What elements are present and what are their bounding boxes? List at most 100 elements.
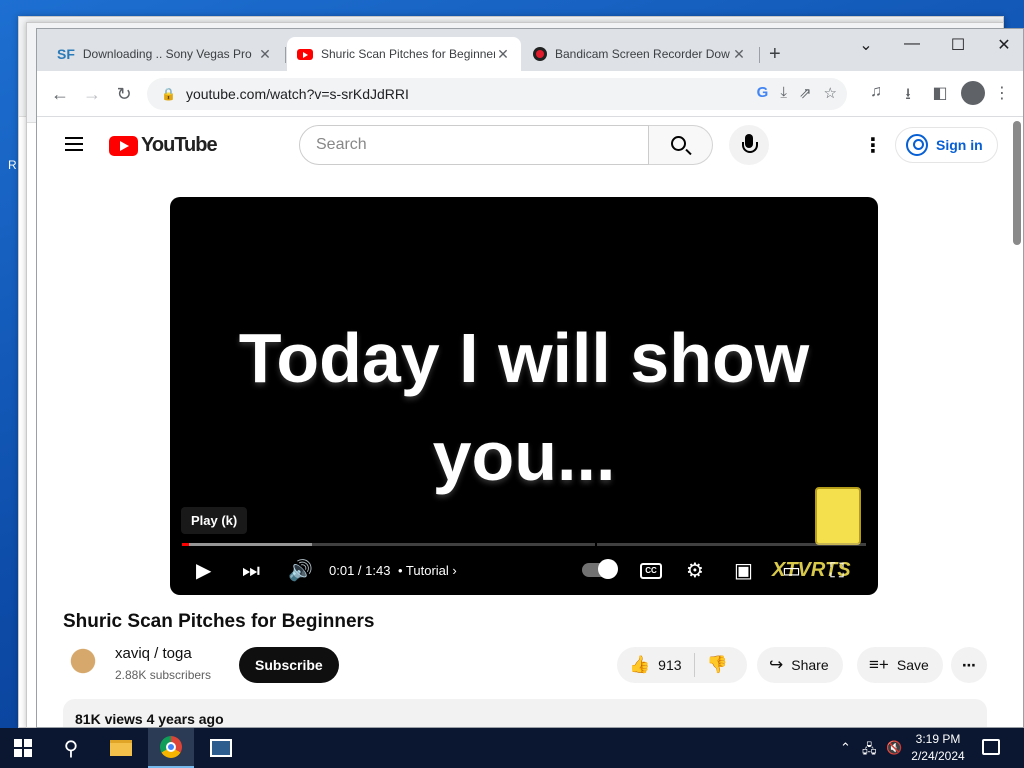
close-tab-icon[interactable]: ✕: [731, 46, 747, 63]
fullscreen-icon[interactable]: ⛶: [830, 559, 844, 583]
show-hidden-icons[interactable]: ⌃: [840, 740, 851, 756]
settings-gear-icon[interactable]: ⚙: [686, 559, 704, 583]
channel-avatar[interactable]: [63, 643, 103, 683]
voice-search-button[interactable]: [729, 125, 769, 165]
close-window-button[interactable]: ✕: [989, 35, 1019, 55]
share-button[interactable]: ↪ Share: [757, 647, 843, 683]
tab-search-icon[interactable]: ⌄: [851, 35, 881, 55]
share-icon: ↪: [769, 655, 784, 674]
sign-in-button[interactable]: Sign in: [895, 127, 998, 163]
desktop-icon-label: R: [8, 158, 17, 172]
tab-separator: [759, 47, 760, 63]
side-panel-icon[interactable]: ◧: [929, 83, 951, 103]
sign-in-label: Sign in: [936, 137, 983, 153]
subscriber-count: 2.88K subscribers: [115, 668, 212, 682]
new-tab-button[interactable]: +: [769, 43, 781, 66]
share-page-icon[interactable]: ⇗: [799, 84, 812, 102]
chapter-button[interactable]: • Tutorial ›: [398, 559, 457, 583]
bookmark-star-icon[interactable]: ☆: [824, 84, 837, 102]
reload-button[interactable]: ↻: [111, 81, 137, 107]
volume-muted-icon[interactable]: 🔇: [886, 740, 902, 756]
lock-icon[interactable]: 🔒: [161, 87, 176, 101]
close-tab-icon[interactable]: ✕: [495, 46, 511, 63]
volume-icon[interactable]: 🔊: [288, 559, 313, 583]
back-button[interactable]: ←: [47, 81, 73, 107]
miniplayer-icon[interactable]: ▣: [734, 559, 753, 583]
autoplay-toggle[interactable]: [582, 559, 618, 579]
search-placeholder: Search: [316, 136, 367, 153]
start-button[interactable]: [0, 728, 46, 768]
description-box[interactable]: 81K views 4 years ago: [63, 699, 987, 727]
clock-time: 3:19 PM: [915, 732, 961, 746]
tab-title: Downloading .. Sony Vegas Pro: [82, 47, 252, 61]
search-input[interactable]: Search: [299, 125, 649, 165]
next-video-button[interactable]: ⏭: [242, 559, 260, 583]
progress-bar[interactable]: [182, 543, 866, 546]
page-scrollbar[interactable]: [1013, 121, 1021, 245]
tab-sony-vegas[interactable]: SF Downloading .. Sony Vegas Pro ✕: [47, 37, 283, 71]
notifications-icon[interactable]: [982, 739, 1000, 755]
url-text[interactable]: youtube.com/watch?v=s-srKdJdRRI: [186, 86, 409, 102]
bandicam-icon: [533, 47, 547, 61]
time-display: 0:01 / 1:43: [329, 563, 391, 578]
save-playlist-icon: ≡+: [869, 655, 889, 674]
google-lens-icon[interactable]: G: [757, 84, 769, 102]
menu-hamburger-icon[interactable]: [65, 137, 83, 151]
taskbar-search-icon[interactable]: ⚲: [48, 728, 94, 768]
buffered-bar: [182, 543, 312, 546]
video-player[interactable]: Today I will show you... Play (k) ▶ ⏭ 🔊 …: [170, 197, 878, 595]
channel-watermark[interactable]: [815, 487, 861, 545]
channel-name[interactable]: xaviq / toga: [115, 645, 192, 662]
video-app-taskbar-icon[interactable]: [198, 728, 244, 768]
tab-youtube[interactable]: Shuric Scan Pitches for Beginner ✕: [287, 37, 521, 71]
divider: [693, 653, 695, 677]
media-control-icon[interactable]: ♫: [865, 83, 887, 101]
settings-menu-icon[interactable]: ⋮: [863, 133, 883, 158]
file-explorer-icon[interactable]: [98, 728, 144, 768]
like-dislike-group: 👍 913 👎: [617, 647, 747, 683]
subscribe-button[interactable]: Subscribe: [239, 647, 339, 683]
more-actions-button[interactable]: ⋯: [951, 647, 987, 683]
like-icon[interactable]: 👍: [629, 655, 650, 675]
maximize-button[interactable]: ☐: [943, 35, 973, 55]
account-icon: [906, 134, 928, 156]
install-app-icon[interactable]: ⤓: [780, 84, 787, 102]
share-label: Share: [791, 657, 829, 673]
chapter-marker: [595, 543, 597, 546]
tab-strip: SF Downloading .. Sony Vegas Pro ✕ Shuri…: [37, 29, 1023, 71]
system-clock[interactable]: 3:19 PM 2/24/2024: [908, 731, 968, 765]
browser-toolbar: ← → ↻ 🔒 youtube.com/watch?v=s-srKdJdRRI …: [37, 71, 1023, 117]
chrome-taskbar-icon[interactable]: [148, 728, 194, 768]
youtube-page: YouTube Search ⋮ Sign in Today I will sh…: [37, 117, 1009, 727]
tab-title: Shuric Scan Pitches for Beginner: [321, 47, 495, 61]
like-count[interactable]: 913: [658, 657, 681, 673]
clock-date: 2/24/2024: [911, 749, 965, 763]
save-button[interactable]: ≡+ Save: [857, 647, 943, 683]
minimize-button[interactable]: —: [897, 35, 927, 53]
youtube-icon: [297, 48, 313, 60]
youtube-header: YouTube Search ⋮ Sign in: [37, 117, 1009, 173]
play-tooltip: Play (k): [181, 507, 248, 534]
browser-window: SF Downloading .. Sony Vegas Pro ✕ Shuri…: [36, 28, 1024, 728]
downloads-icon[interactable]: ⭳: [897, 83, 919, 110]
search-button[interactable]: [649, 125, 713, 165]
tab-bandicam[interactable]: Bandicam Screen Recorder Dow ✕: [523, 37, 757, 71]
forward-button[interactable]: →: [79, 81, 105, 107]
address-bar[interactable]: 🔒 youtube.com/watch?v=s-srKdJdRRI G ⤓ ⇗ …: [147, 78, 847, 110]
profile-avatar[interactable]: [961, 81, 985, 105]
caption-line: you...: [432, 417, 616, 495]
played-bar: [182, 543, 189, 546]
save-label: Save: [896, 657, 929, 673]
network-icon[interactable]: 🖧: [862, 740, 877, 762]
youtube-logo[interactable]: YouTube: [109, 134, 218, 157]
tab-title: Bandicam Screen Recorder Dow: [555, 47, 730, 61]
theater-mode-icon[interactable]: ▭: [782, 559, 801, 583]
chapter-label: • Tutorial: [398, 563, 449, 578]
windows-taskbar: ⚲ ⌃ 🖧 🔇 3:19 PM 2/24/2024: [0, 728, 1024, 768]
subtitles-icon[interactable]: CC: [640, 563, 662, 579]
close-tab-icon[interactable]: ✕: [257, 46, 273, 63]
chrome-menu-icon[interactable]: ⋮: [991, 83, 1013, 103]
dislike-icon[interactable]: 👎: [707, 655, 728, 675]
play-button[interactable]: ▶: [196, 559, 211, 583]
caption-line: Today I will show: [238, 319, 810, 397]
